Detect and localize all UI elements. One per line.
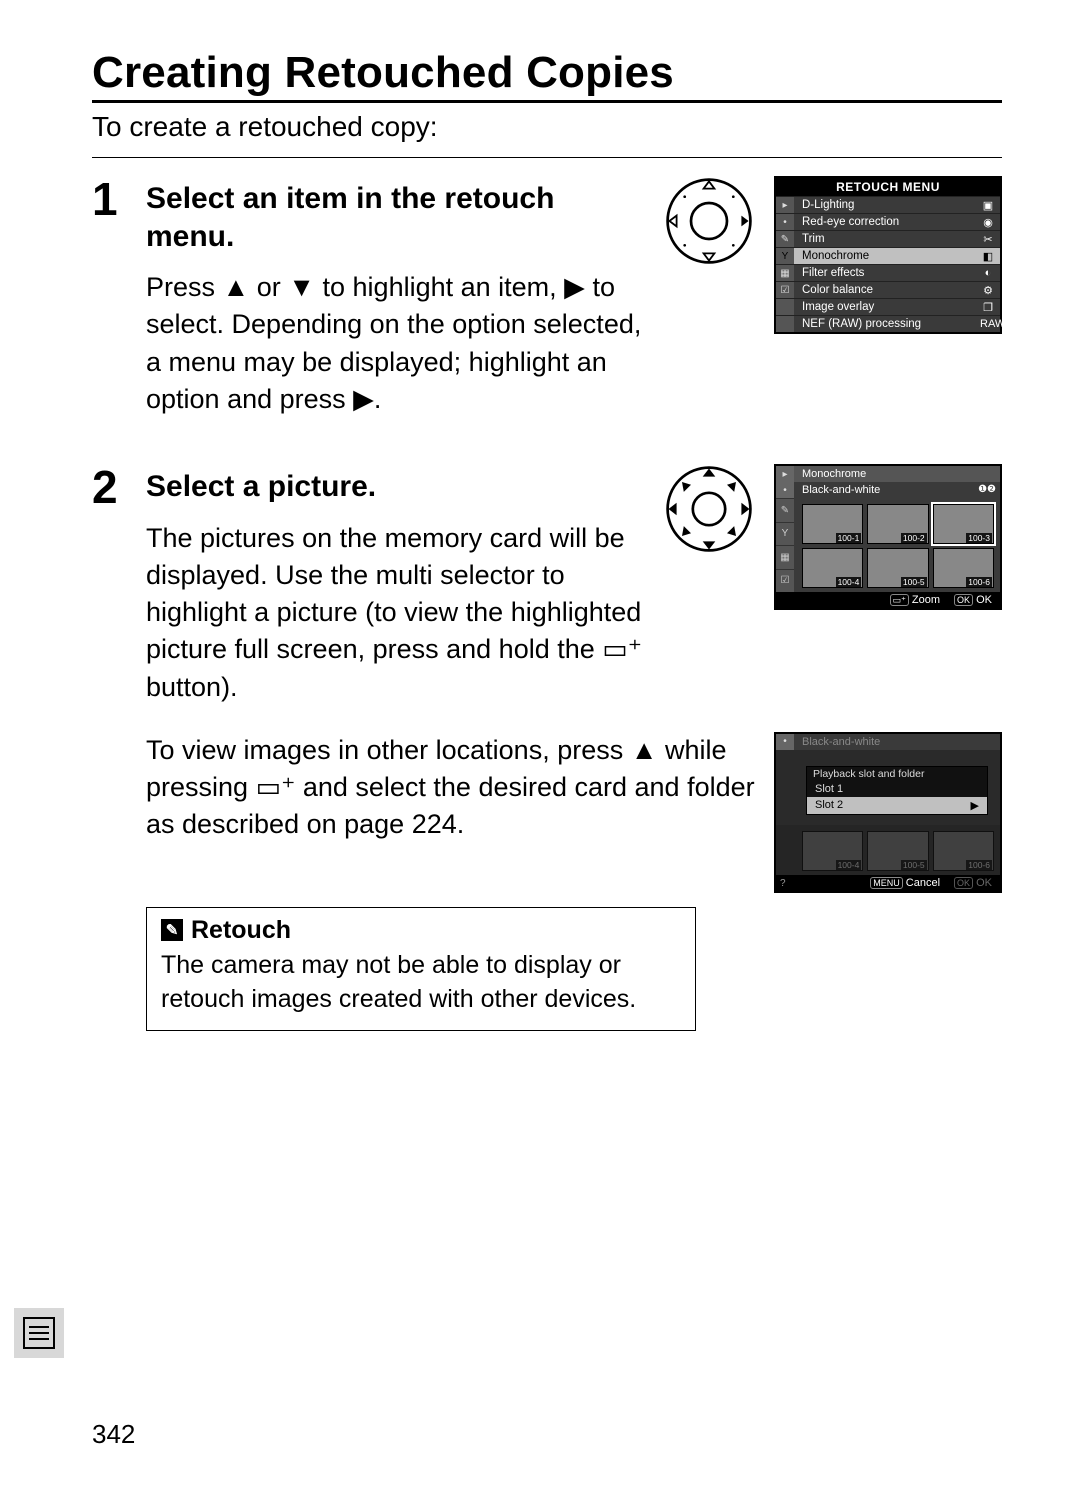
lcd-footer: ▭⁺ Zoom OK OK [776, 592, 1000, 608]
manual-page: Creating Retouched Copies To create a re… [0, 0, 1080, 1486]
step-body: Press ▲ or ▼ to highlight an item, ▶ to … [146, 269, 646, 418]
menu-item: Image overlay❐ [776, 298, 1000, 315]
menu-item: ▦Filter effects◐ [776, 264, 1000, 281]
t: Zoom [912, 594, 940, 606]
up-icon: ▲ [631, 732, 658, 769]
menu-item: ✎Trim✂ [776, 230, 1000, 247]
thumbnail: 100-6 [933, 831, 994, 871]
t: . [374, 384, 382, 414]
note-box: ✎ Retouch The camera may not be able to … [146, 907, 696, 1032]
t: Black-and-white [802, 736, 880, 748]
step-1: 1 Select an item in the retouch menu. Pr… [92, 176, 1002, 436]
step-heading: Select an item in the retouch menu. [146, 180, 566, 255]
right-icon: ▶ [353, 381, 374, 418]
thumbnail: 100-4 [802, 548, 863, 588]
step-heading: Select a picture. [146, 468, 566, 506]
lcd-title: RETOUCH MENU [776, 178, 1000, 196]
right-icon: ▶ [564, 269, 585, 306]
t: OK [976, 594, 992, 606]
zoom-in-icon: ▭⁺ [256, 769, 296, 806]
slot-item: Slot 1 [807, 781, 987, 797]
menu-item: ☑Color balance⚙ [776, 281, 1000, 298]
picture-grid-screen: ▸Monochrome •Black-and-white❶❷ ✎Y▦☑ 100-… [774, 464, 1002, 610]
page-title: Creating Retouched Copies [92, 48, 1002, 103]
thumbnail: 100-2 [867, 504, 928, 544]
slot-popup: Playback slot and folder Slot 1Slot 2▶ [776, 750, 1000, 825]
thumbnail: 100-4 [802, 831, 863, 871]
help-icon: ? [780, 878, 786, 889]
t: OK [976, 877, 992, 889]
t: button). [146, 672, 238, 702]
thumbnail: 100-3 [933, 504, 994, 544]
slot-folder-screen: •Black-and-white Playback slot and folde… [774, 732, 1002, 893]
step-number: 2 [92, 464, 128, 1031]
separator [92, 157, 1002, 158]
menu-item: ▸D-Lighting▣ [776, 196, 1000, 213]
t: Black-and-white [802, 484, 880, 496]
thumbnail: 100-5 [867, 548, 928, 588]
up-icon: ▲ [223, 269, 250, 306]
menu-item: YMonochrome◧ [776, 247, 1000, 264]
section-tab-icon [14, 1308, 64, 1358]
lcd-subheader: •Black-and-white❶❷ [776, 482, 1000, 498]
t: Press [146, 272, 223, 302]
step-2: 2 Select a picture. The pictures on the … [92, 464, 1002, 1031]
menu-item: NEF (RAW) processingRAW [776, 315, 1000, 332]
thumbnail: 100-1 [802, 504, 863, 544]
t: Cancel [906, 877, 940, 889]
t: to highlight an item, [315, 272, 564, 302]
t: or [249, 272, 288, 302]
lcd-subheader: •Black-and-white [776, 734, 1000, 750]
t: The pictures on the memory card will be … [146, 523, 641, 665]
t: To view images in other locations, press [146, 735, 631, 765]
thumbnail-grid-dim: 100-4100-5100-6 [776, 825, 1000, 875]
menu-item: •Red-eye correction◉ [776, 213, 1000, 230]
page-number: 342 [92, 1419, 135, 1450]
thumbnail-grid: ✎Y▦☑ 100-1100-2100-3100-4100-5100-6 [776, 498, 1000, 592]
step-body: The pictures on the memory card will be … [146, 520, 646, 706]
t: Retouch [191, 916, 291, 945]
step-body-2: To view images in other locations, press… [146, 732, 756, 844]
t: Monochrome [802, 468, 866, 480]
slot-item: Slot 2▶ [807, 797, 987, 814]
popup-title: Playback slot and folder [807, 767, 987, 781]
lcd-header: ▸Monochrome [776, 466, 1000, 482]
retouch-menu-screen: RETOUCH MENU ▸D-Lighting▣•Red-eye correc… [774, 176, 1002, 334]
multi-selector-diagram-simple [664, 176, 754, 266]
multi-selector-diagram-full [664, 464, 754, 554]
down-icon: ▼ [288, 269, 315, 306]
thumbnail: 100-5 [867, 831, 928, 871]
step-number: 1 [92, 176, 128, 436]
thumbnail: 100-6 [933, 548, 994, 588]
note-title: ✎ Retouch [161, 916, 681, 945]
intro-text: To create a retouched copy: [92, 111, 1002, 143]
menu-icon [23, 1317, 55, 1349]
lcd-footer: ? MENU Cancel OK OK [776, 875, 1000, 891]
pencil-icon: ✎ [161, 919, 183, 941]
zoom-in-icon: ▭⁺ [602, 631, 642, 668]
note-body: The camera may not be able to display or… [161, 949, 681, 1017]
